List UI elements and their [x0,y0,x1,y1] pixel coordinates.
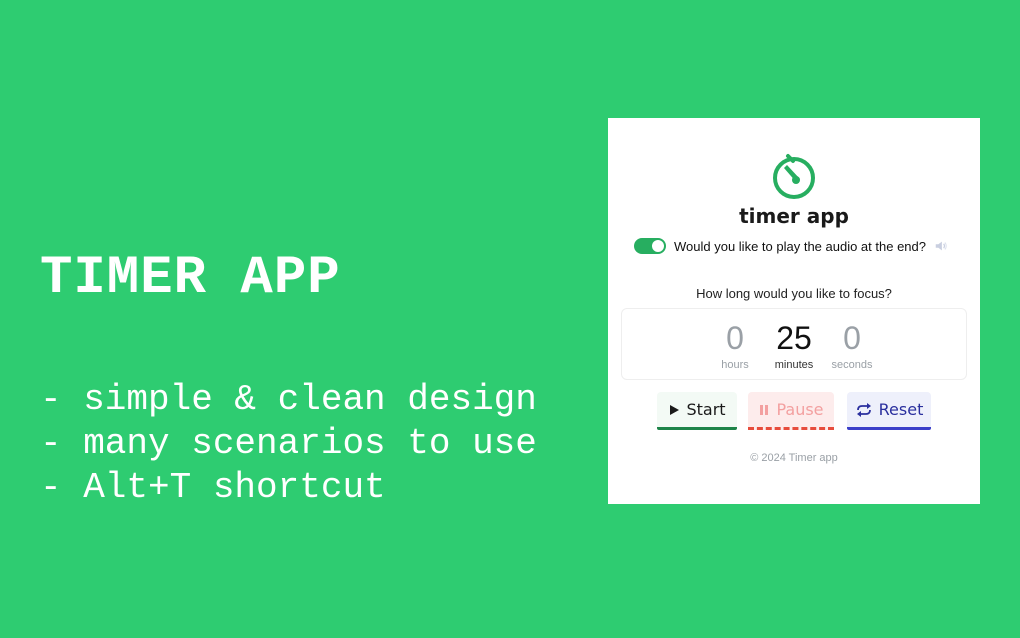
hours-value[interactable]: 0 [705,319,765,357]
app-name: timer app [739,204,849,228]
time-setter: 0 hours 25 minutes 0 seconds [621,308,967,380]
seconds-label: seconds [831,359,873,371]
audio-setting: Would you like to play the audio at the … [634,237,948,255]
audio-toggle-label: Would you like to play the audio at the … [674,238,926,254]
hours-unit[interactable]: 0 hours [705,319,765,373]
reset-icon [856,402,871,417]
pause-icon [760,404,769,415]
timer-app-window: timer app Would you like to play the aud… [608,118,980,504]
seconds-unit[interactable]: 0 seconds [822,319,882,373]
pause-button[interactable]: Pause [748,392,834,430]
audio-toggle[interactable] [634,238,666,254]
copyright-footer: © 2024 Timer app [750,452,838,464]
reset-button[interactable]: Reset [847,392,931,430]
feature-item: - many scenarios to use [40,423,537,464]
feature-item: - simple & clean design [40,379,537,420]
minutes-label: minutes [774,359,814,371]
focus-question: How long would you like to focus? [696,286,892,301]
pause-button-label: Pause [776,400,824,419]
minutes-unit[interactable]: 25 minutes [764,319,824,373]
reset-button-label: Reset [878,400,924,419]
speaker-icon[interactable] [934,239,948,253]
seconds-value[interactable]: 0 [822,319,882,357]
hours-label: hours [721,359,749,371]
feature-item: - Alt+T shortcut [40,467,386,508]
feature-list: - simple & clean design - many scenarios… [40,378,537,510]
start-button-label: Start [686,400,726,419]
start-button[interactable]: Start [657,392,737,430]
minutes-value[interactable]: 25 [764,319,824,357]
stopwatch-icon [773,154,815,199]
promo-title: TIMER APP [40,248,341,309]
play-icon [670,404,680,415]
